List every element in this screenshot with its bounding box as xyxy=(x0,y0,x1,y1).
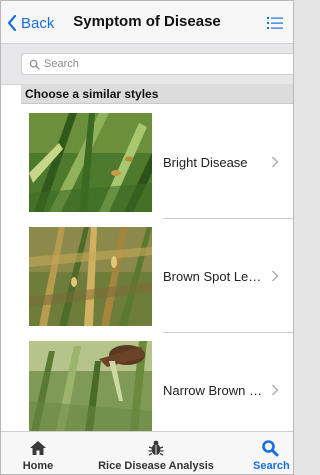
tab-search[interactable]: Search xyxy=(253,432,293,474)
list-item[interactable]: Narrow Brown … xyxy=(21,333,293,431)
list-item[interactable]: Brown Spot Le… xyxy=(21,219,293,333)
tab-home[interactable]: Home xyxy=(3,432,73,474)
home-icon xyxy=(30,441,46,455)
tab-bar: Home Rice Disease Analysis Search xyxy=(1,431,293,474)
page-title: Symptom of Disease xyxy=(73,13,221,30)
chevron-right-icon xyxy=(271,384,279,396)
chevron-right-icon xyxy=(271,270,279,282)
list-menu-icon[interactable] xyxy=(267,15,283,31)
search-icon xyxy=(262,440,279,457)
list-item-label: Brown Spot Le… xyxy=(163,268,262,284)
disease-thumbnail xyxy=(29,341,152,431)
section-header: Choose a similar styles xyxy=(21,84,293,104)
chevron-right-icon xyxy=(271,156,279,168)
navigation-bar: Back Symptom of Disease xyxy=(1,1,293,44)
disease-thumbnail xyxy=(29,113,152,212)
list-item-label: Bright Disease xyxy=(163,154,248,170)
disease-list: Bright Disease Brown Spot Le… Narrow Bro… xyxy=(21,105,293,431)
tab-rice-disease-analysis[interactable]: Rice Disease Analysis xyxy=(81,432,231,474)
disease-thumbnail xyxy=(29,227,152,326)
search-field[interactable] xyxy=(21,53,293,75)
list-item-label: Narrow Brown … xyxy=(163,382,262,398)
app-window: Back Symptom of Disease Choose a similar… xyxy=(0,0,294,475)
bug-icon xyxy=(148,440,164,456)
search-input[interactable] xyxy=(44,56,284,72)
tab-label: Search xyxy=(253,460,290,472)
search-icon xyxy=(29,59,40,70)
list-item[interactable]: Bright Disease xyxy=(21,105,293,219)
tab-label: Rice Disease Analysis xyxy=(98,460,214,472)
search-bar xyxy=(1,44,293,85)
tab-label: Home xyxy=(22,460,54,472)
